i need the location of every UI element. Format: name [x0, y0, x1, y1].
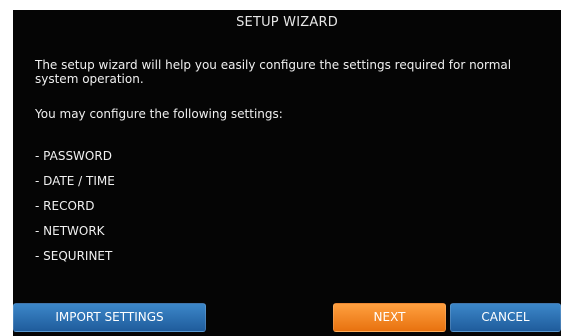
- cancel-button[interactable]: CANCEL: [450, 303, 561, 332]
- setup-wizard-dialog: SETUP WIZARD The setup wizard will help …: [13, 10, 561, 336]
- list-item-network: - NETWORK: [35, 224, 105, 238]
- list-item-record: - RECORD: [35, 199, 95, 213]
- import-settings-button[interactable]: IMPORT SETTINGS: [13, 303, 206, 332]
- next-button[interactable]: NEXT: [333, 303, 446, 332]
- settings-heading: You may configure the following settings…: [35, 107, 283, 121]
- list-item-date-time: - DATE / TIME: [35, 174, 115, 188]
- list-item-password: - PASSWORD: [35, 149, 112, 163]
- intro-text: The setup wizard will help you easily co…: [35, 58, 512, 86]
- list-item-sequrinet: - SEQURINET: [35, 249, 113, 263]
- dialog-title: SETUP WIZARD: [236, 15, 338, 30]
- settings-list: - PASSWORD - DATE / TIME - RECORD - NETW…: [35, 149, 115, 274]
